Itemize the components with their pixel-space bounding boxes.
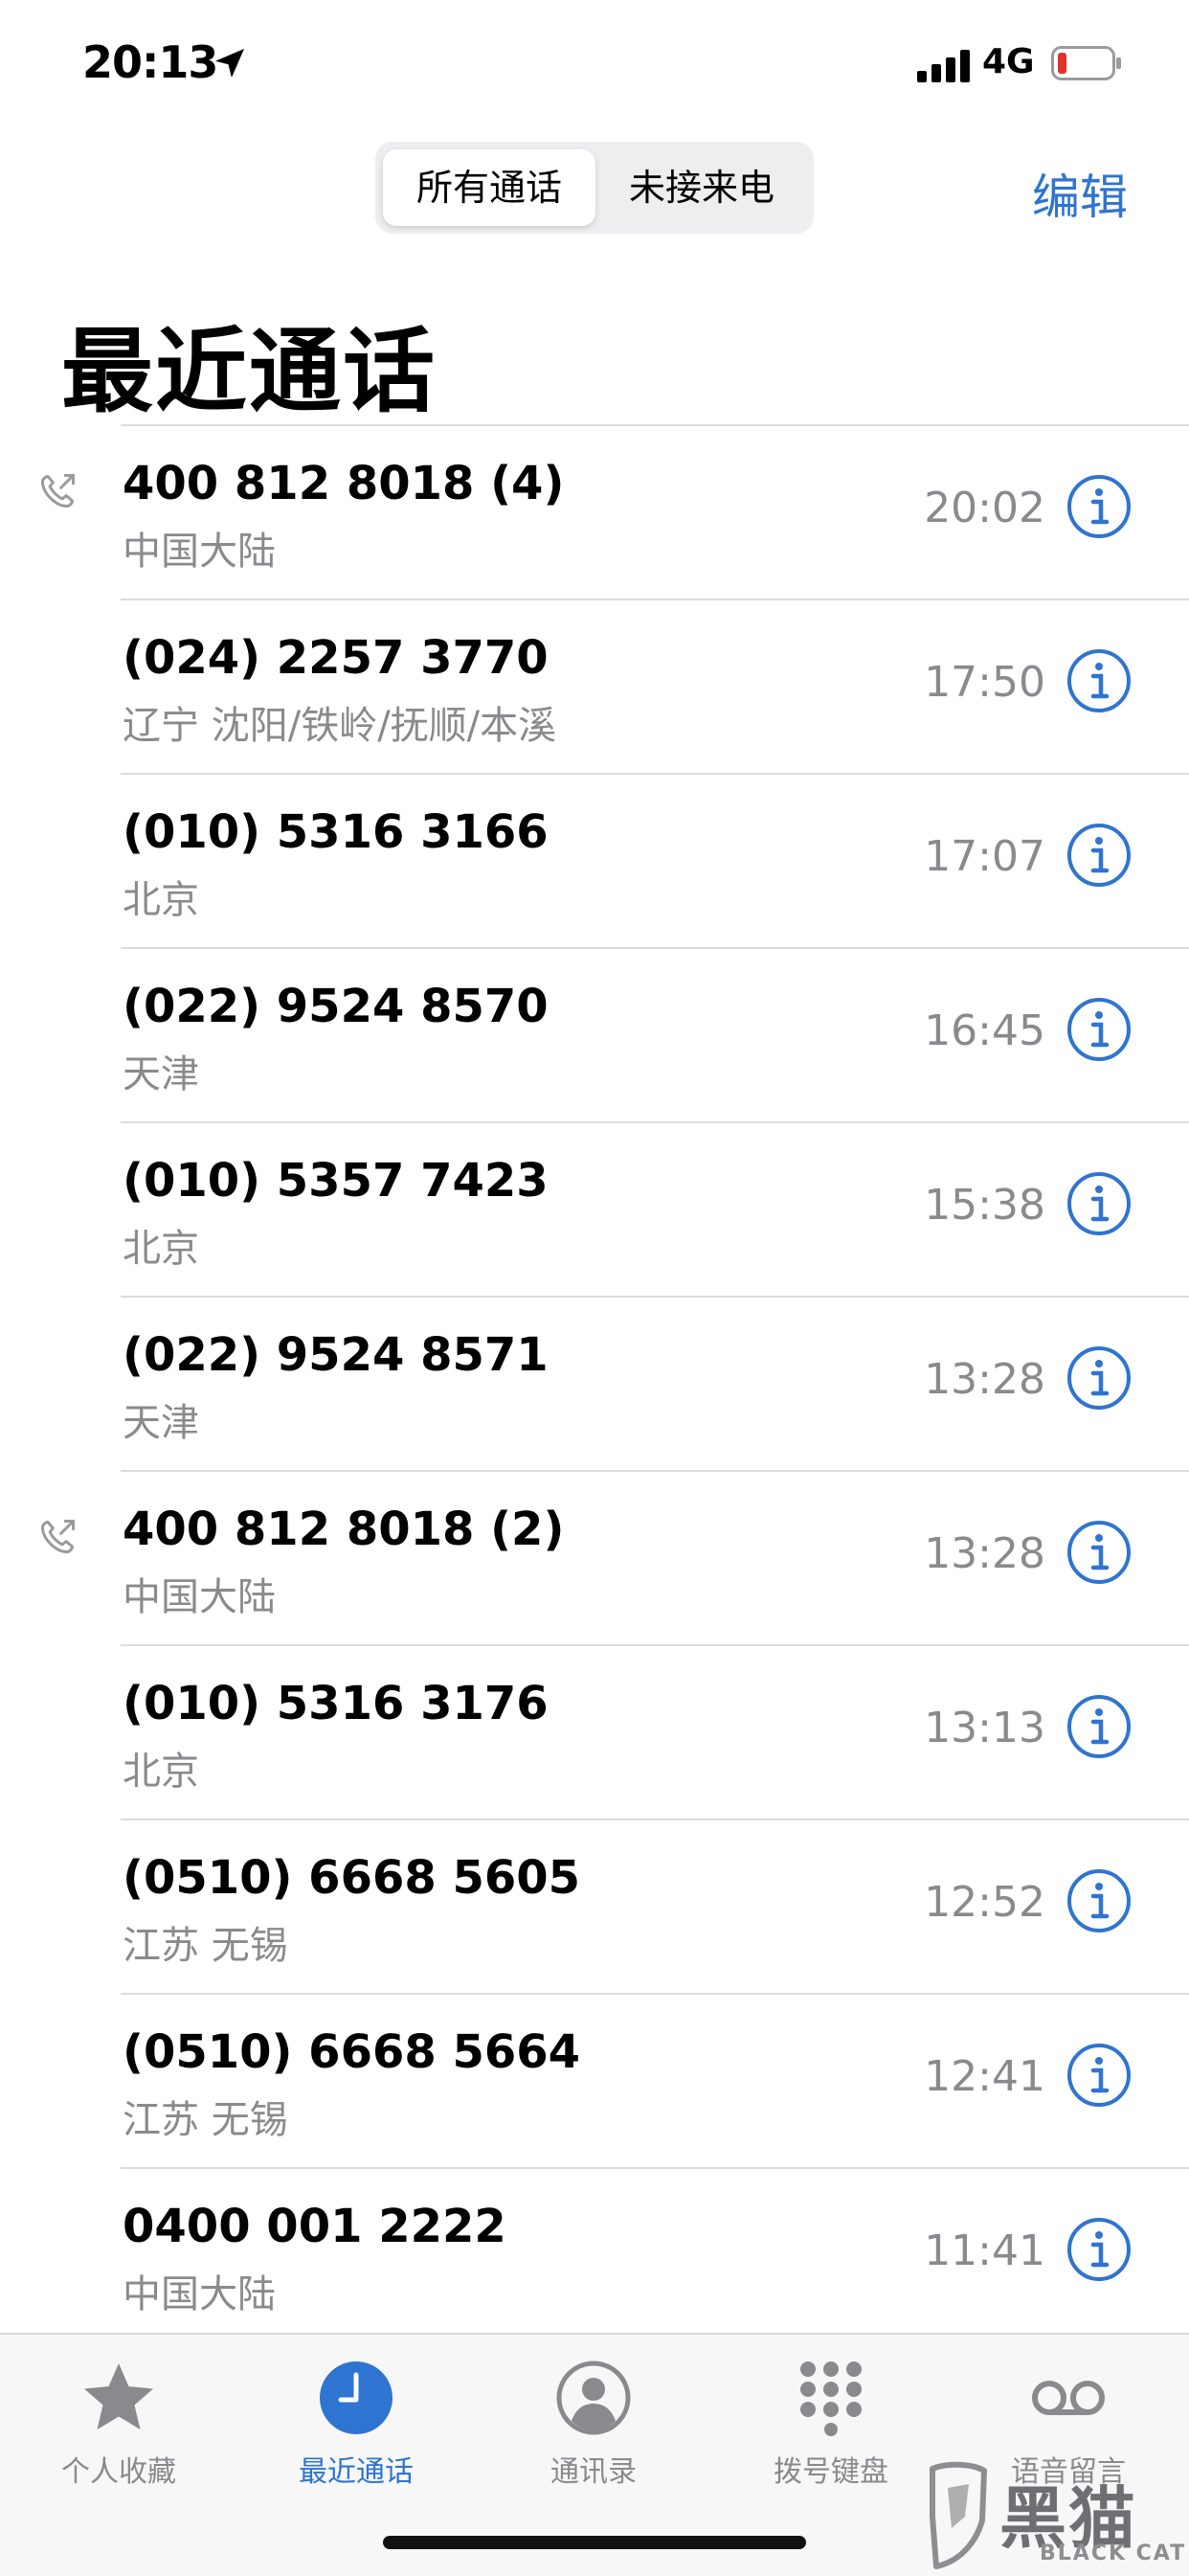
call-location: 中国大陆 bbox=[123, 2272, 276, 2316]
call-row[interactable]: 400 812 8018 (2) 中国大陆 13:28 bbox=[40, 1470, 1189, 1644]
outgoing-call-icon bbox=[40, 474, 75, 508]
call-location: 天津 bbox=[123, 1401, 199, 1445]
call-time: 13:28 bbox=[924, 1355, 1045, 1404]
call-location: 中国大陆 bbox=[123, 530, 276, 574]
call-time: 13:28 bbox=[924, 1529, 1045, 1578]
call-location: 辽宁 沈阳/铁岭/抚顺/本溪 bbox=[123, 704, 557, 748]
info-icon[interactable] bbox=[1066, 474, 1132, 539]
call-row[interactable]: (022) 9524 8571 天津 13:28 bbox=[121, 1296, 1189, 1470]
tab-label: 最近通话 bbox=[299, 2455, 414, 2489]
info-icon[interactable] bbox=[1066, 823, 1132, 888]
voicemail-icon bbox=[1032, 2381, 1105, 2415]
call-number: (010) 5316 3166 bbox=[123, 805, 549, 859]
call-row[interactable]: (022) 9524 8570 天津 16:45 bbox=[121, 947, 1189, 1121]
page-title: 最近通话 bbox=[61, 318, 437, 425]
call-row[interactable]: (010) 5357 7423 北京 15:38 bbox=[121, 1121, 1189, 1296]
call-number: 0400 001 2222 bbox=[123, 2200, 506, 2253]
clock-icon bbox=[320, 2361, 393, 2434]
call-time: 16:45 bbox=[924, 1006, 1045, 1055]
call-location: 中国大陆 bbox=[123, 1575, 276, 1619]
call-number: (024) 2257 3770 bbox=[123, 631, 549, 685]
edit-button[interactable]: 编辑 bbox=[1032, 159, 1128, 228]
info-icon[interactable] bbox=[1066, 1694, 1132, 1759]
call-location: 江苏 无锡 bbox=[123, 2098, 288, 2142]
call-location: 北京 bbox=[123, 1227, 199, 1271]
call-number: (0510) 6668 5605 bbox=[123, 1851, 581, 1905]
call-time: 13:13 bbox=[924, 1704, 1045, 1752]
tab-label: 拨号键盘 bbox=[774, 2455, 888, 2489]
info-icon[interactable] bbox=[1066, 648, 1132, 713]
info-icon[interactable] bbox=[1066, 2043, 1132, 2108]
call-row[interactable]: (0510) 6668 5605 江苏 无锡 12:52 bbox=[121, 1819, 1189, 1993]
call-time: 15:38 bbox=[924, 1181, 1045, 1230]
cellular-signal-icon bbox=[917, 50, 970, 82]
call-filter-segmented-control: 所有通话 未接来电 bbox=[375, 142, 814, 234]
info-icon[interactable] bbox=[1066, 1345, 1132, 1411]
tab-recents[interactable]: 最近通话 bbox=[237, 2342, 475, 2496]
call-location: 天津 bbox=[123, 1052, 199, 1096]
info-icon[interactable] bbox=[1066, 1171, 1132, 1236]
call-time: 17:50 bbox=[924, 658, 1045, 707]
call-number: (010) 5357 7423 bbox=[123, 1154, 549, 1208]
tab-contacts[interactable]: 通讯录 bbox=[475, 2342, 712, 2496]
status-time: 20:13 bbox=[82, 36, 218, 88]
network-type: 4G bbox=[982, 42, 1035, 81]
call-time: 20:02 bbox=[924, 484, 1045, 532]
call-time: 12:52 bbox=[924, 1878, 1045, 1927]
home-indicator[interactable] bbox=[383, 2536, 806, 2549]
battery-icon bbox=[1051, 46, 1121, 80]
recent-calls-list: 400 812 8018 (4) 中国大陆 20:02 (024) 2257 3… bbox=[0, 424, 1189, 2343]
call-location: 北京 bbox=[123, 878, 199, 922]
tab-favorites[interactable]: 个人收藏 bbox=[0, 2342, 237, 2496]
star-icon bbox=[84, 2363, 153, 2429]
call-row[interactable]: (010) 5316 3176 北京 13:13 bbox=[121, 1644, 1189, 1819]
keypad-icon bbox=[800, 2361, 862, 2436]
watermark-subtext: BLACK CAT bbox=[1040, 2542, 1187, 2565]
segment-all-calls[interactable]: 所有通话 bbox=[383, 149, 595, 226]
location-arrow-icon bbox=[215, 49, 244, 78]
call-number: 400 812 8018 (4) bbox=[123, 457, 565, 510]
call-number: 400 812 8018 (2) bbox=[123, 1503, 565, 1556]
call-row[interactable]: 0400 001 2222 中国大陆 11:41 bbox=[121, 2167, 1189, 2343]
info-icon[interactable] bbox=[1066, 1868, 1132, 1933]
call-time: 11:41 bbox=[924, 2226, 1045, 2275]
info-icon[interactable] bbox=[1066, 1520, 1132, 1585]
call-number: (022) 9524 8570 bbox=[123, 980, 549, 1033]
call-row[interactable]: (0510) 6668 5664 江苏 无锡 12:41 bbox=[121, 1993, 1189, 2167]
segment-missed-calls[interactable]: 未接来电 bbox=[597, 149, 806, 226]
call-location: 北京 bbox=[123, 1750, 199, 1794]
tab-keypad[interactable]: 拨号键盘 bbox=[712, 2342, 950, 2496]
call-row[interactable]: (024) 2257 3770 辽宁 沈阳/铁岭/抚顺/本溪 17:50 bbox=[121, 599, 1189, 773]
call-time: 17:07 bbox=[924, 832, 1045, 881]
info-icon[interactable] bbox=[1066, 997, 1132, 1062]
call-time: 12:41 bbox=[924, 2052, 1045, 2101]
call-row[interactable]: (010) 5316 3166 北京 17:07 bbox=[121, 773, 1189, 947]
call-number: (010) 5316 3176 bbox=[123, 1677, 549, 1730]
person-icon bbox=[556, 2361, 631, 2435]
tab-label: 通讯录 bbox=[550, 2455, 637, 2489]
call-number: (0510) 6668 5664 bbox=[123, 2025, 581, 2079]
status-bar: 20:13 4G bbox=[0, 0, 1189, 124]
call-row[interactable]: 400 812 8018 (4) 中国大陆 20:02 bbox=[40, 424, 1189, 599]
call-number: (022) 9524 8571 bbox=[123, 1328, 549, 1382]
outgoing-call-icon bbox=[40, 1520, 75, 1554]
info-icon[interactable] bbox=[1066, 2217, 1132, 2282]
call-location: 江苏 无锡 bbox=[123, 1924, 288, 1968]
tab-label: 个人收藏 bbox=[61, 2455, 176, 2489]
